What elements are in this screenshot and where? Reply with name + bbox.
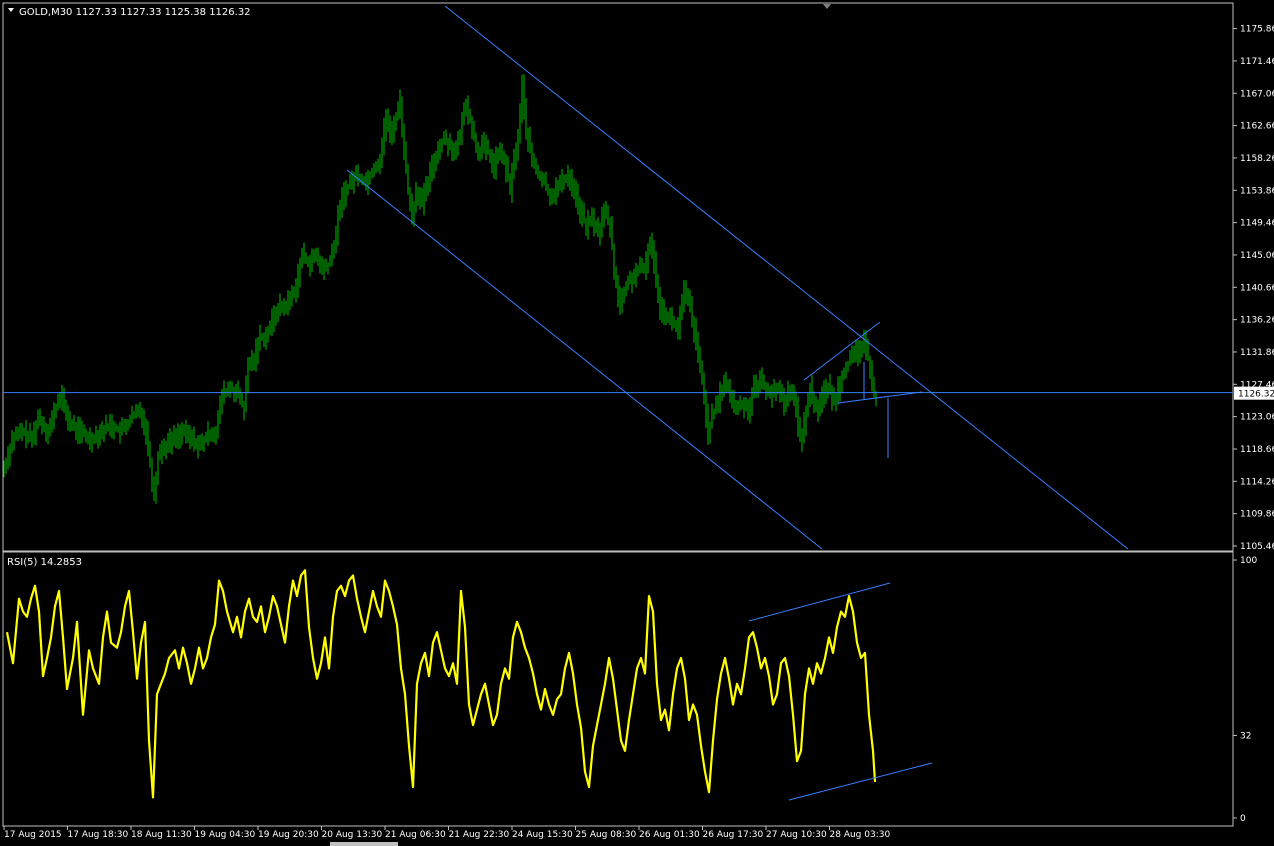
current-price-text: 1126.32 [1238, 390, 1274, 400]
price-axis: 1175.86 1171.46 1167.06 1162.66 1158.26 1153.… [1233, 25, 1274, 552]
price-tick-label: 1162.66 [1240, 122, 1274, 132]
price-tick-label: 1158.26 [1240, 154, 1274, 164]
time-tick-label: 20 Aug 13:30 [322, 830, 383, 840]
time-tick-label: 17 Aug 2015 [4, 830, 62, 840]
price-tick-label: 1153.86 [1240, 186, 1274, 196]
rsi-panel-border [2, 551, 1234, 827]
time-tick-label: 25 Aug 08:30 [576, 830, 637, 840]
price-tick-label: 1114.26 [1240, 477, 1274, 487]
time-tick-label: 21 Aug 06:30 [385, 830, 446, 840]
price-tick-label: 1118.66 [1240, 445, 1274, 455]
time-tick-label: 27 Aug 10:30 [766, 830, 827, 840]
price-tick-label: 1136.26 [1240, 316, 1274, 326]
price-tick-label: 1105.46 [1240, 542, 1274, 552]
time-tick-label: 21 Aug 22:30 [449, 830, 510, 840]
time-tick-label: 24 Aug 15:30 [512, 830, 573, 840]
time-axis: 17 Aug 2015 17 Aug 18:30 18 Aug 11:30 19 Au… [3, 826, 891, 840]
price-tick-label: 1131.86 [1240, 348, 1274, 358]
price-tick-label: 1175.86 [1240, 25, 1274, 35]
price-tick-label: 1140.66 [1240, 283, 1274, 293]
price-tick-label: 1149.46 [1240, 219, 1274, 229]
rsi-panel[interactable]: RSI(5) 14.2853 100 32 0 [2, 551, 1257, 827]
time-tick-label: 26 Aug 01:30 [639, 830, 700, 840]
price-tick-label: 1167.06 [1240, 89, 1274, 99]
time-tick-label: 17 Aug 18:30 [68, 830, 129, 840]
rsi-tick-label: 0 [1240, 814, 1246, 824]
time-tick-label: 19 Aug 04:30 [195, 830, 256, 840]
time-tick-label: 26 Aug 17:30 [703, 830, 764, 840]
time-tick-label: 28 Aug 03:30 [830, 830, 891, 840]
current-price-label: 1126.32 [1234, 386, 1274, 400]
symbol-header: GOLD,M30 1127.33 1127.33 1125.38 1126.32 [19, 7, 251, 18]
chart-frame: GOLD,M30 1127.33 1127.33 1125.38 1126.32… [2, 2, 1274, 846]
rsi-axis: 100 32 0 [1233, 556, 1257, 824]
rsi-indicator-label: RSI(5) 14.2853 [7, 557, 82, 568]
price-chart-panel[interactable]: GOLD,M30 1127.33 1127.33 1125.38 1126.32… [2, 2, 1274, 552]
rsi-tick-label: 32 [1240, 731, 1251, 741]
price-tick-label: 1109.86 [1240, 510, 1274, 520]
rsi-tick-label: 100 [1240, 556, 1257, 566]
time-tick-label: 19 Aug 20:30 [258, 830, 319, 840]
price-tick-label: 1123.06 [1240, 413, 1274, 423]
time-tick-label: 18 Aug 11:30 [131, 830, 192, 840]
scrollbar-thumb[interactable] [330, 842, 398, 846]
price-tick-label: 1171.46 [1240, 57, 1274, 67]
price-tick-label: 1145.06 [1240, 251, 1274, 261]
